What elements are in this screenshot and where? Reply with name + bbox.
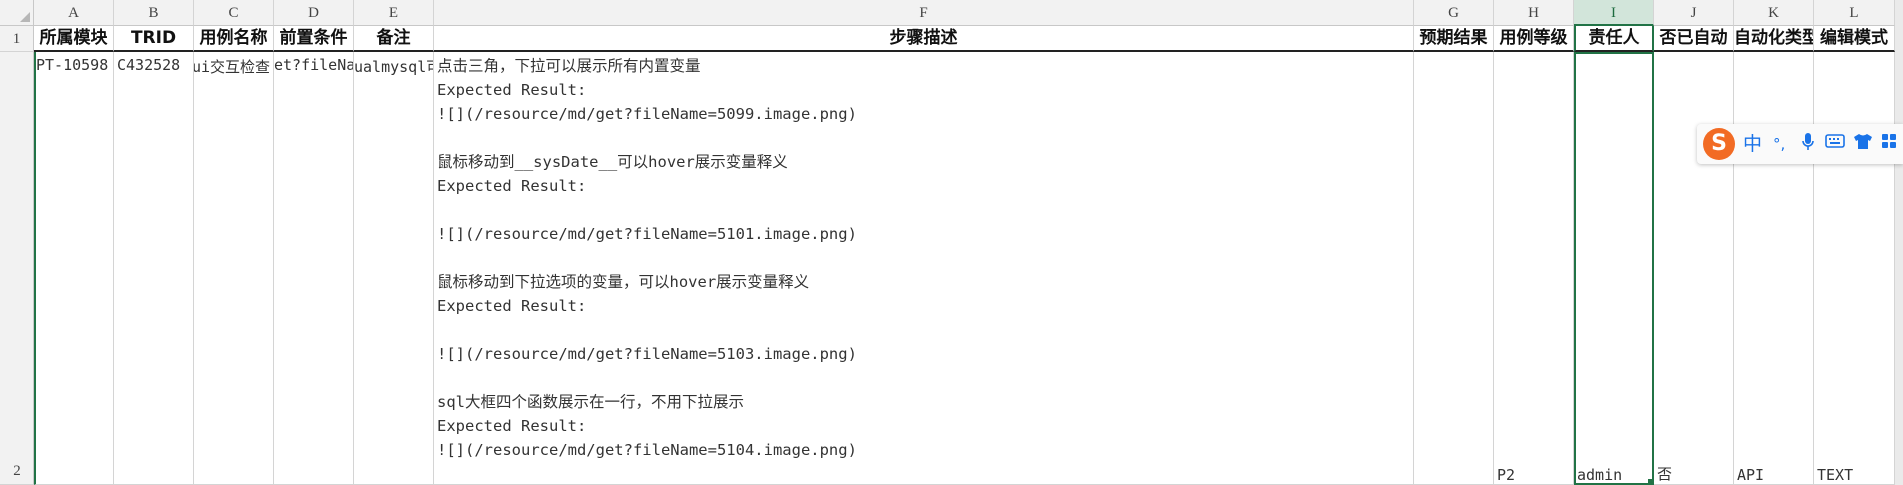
step-line: Expected Result: [437,297,587,315]
row-header-2[interactable]: 2 [0,52,34,485]
cell-g2[interactable] [1414,52,1494,485]
cell-a1[interactable]: 所属模块 [34,26,114,52]
cell-c2-text: ui交互检查 [194,58,271,76]
step-line: Expected Result: [437,177,587,195]
skin-icon[interactable] [1853,132,1873,156]
column-header-c[interactable]: C [194,0,274,26]
cell-h2[interactable]: P2 [1494,52,1574,485]
mic-icon[interactable] [1801,132,1815,158]
cell-l2[interactable]: TEXT [1814,52,1895,485]
cell-d2[interactable]: et?fileNa [274,52,354,485]
step-line: ![](/resource/md/get?fileName=5103.image… [437,345,857,363]
keyboard-icon[interactable] [1825,132,1845,156]
step-line: ![](/resource/md/get?fileName=5101.image… [437,225,857,243]
cell-l2-text: TEXT [1817,466,1854,484]
select-all-corner[interactable] [0,0,34,26]
cell-h1[interactable]: 用例等级 [1494,26,1574,52]
step-description-lines: 点击三角，下拉可以展示所有内置变量 Expected Result: ![](/re… [434,52,1413,462]
step-line: ![](/resource/md/get?fileName=5104.image… [437,441,857,459]
column-header-b[interactable]: B [114,0,194,26]
cell-j2[interactable]: 否 [1654,52,1734,485]
cell-l1[interactable]: 编辑模式 [1814,26,1895,52]
step-line [437,246,1413,270]
cell-f1[interactable]: 步骤描述 [434,26,1414,52]
step-line: Expected Result: [437,417,587,435]
step-line: 鼠标移动到__sysDate__可以hover展示变量释义 [437,153,788,171]
step-line: Expected Result: [437,81,587,99]
cell-c1[interactable]: 用例名称 [194,26,274,52]
cell-e2[interactable]: ualmysql可 [354,52,434,485]
step-line: sql大框四个函数展示在一行，不用下拉展示 [437,393,744,411]
cell-b2[interactable]: C432528 [114,52,194,485]
column-header-l[interactable]: L [1814,0,1895,26]
cell-i2-text: admin [1577,466,1623,484]
column-header-h[interactable]: H [1494,0,1574,26]
column-header-i[interactable]: I [1574,0,1654,26]
column-header-d[interactable]: D [274,0,354,26]
ime-toolbar[interactable]: S 中 °, [1697,124,1903,164]
grid-icon[interactable] [1881,132,1897,156]
cell-a2-text: PT-10598 [36,56,109,74]
step-line [437,366,1413,390]
cell-i1[interactable]: 责任人 [1574,26,1654,52]
cell-c2[interactable]: ui交互检查 [194,52,274,485]
step-line [437,126,1413,150]
row-header-1[interactable]: 1 [0,26,34,52]
step-line: 点击三角，下拉可以展示所有内置变量 [437,57,701,75]
cell-g1[interactable]: 预期结果 [1414,26,1494,52]
cell-h2-text: P2 [1497,466,1516,484]
cell-k2[interactable]: API [1734,52,1814,485]
step-line [437,318,1413,342]
ime-punctuation-toggle[interactable]: °, [1773,132,1785,156]
column-header-g[interactable]: G [1414,0,1494,26]
cell-j1[interactable]: 否已自动 [1654,26,1734,52]
step-line: 鼠标移动到下拉选项的变量，可以hover展示变量释义 [437,273,810,291]
cell-e1[interactable]: 备注 [354,26,434,52]
column-header-f[interactable]: F [434,0,1414,26]
cell-b1[interactable]: TRID [114,26,194,52]
cell-i2-selected[interactable]: admin [1574,52,1654,485]
scrollbar-edge[interactable] [1895,0,1903,485]
spreadsheet-grid: A B C D E F G H I J K L 1 2 所属模块 TRID 用例… [0,0,1903,485]
column-header-k[interactable]: K [1734,0,1814,26]
cell-a2[interactable]: PT-10598 [34,52,114,485]
cell-k1[interactable]: 自动化类型 [1734,26,1814,52]
column-header-j[interactable]: J [1654,0,1734,26]
cell-f2-step-description[interactable]: 点击三角，下拉可以展示所有内置变量 Expected Result: ![](/re… [434,52,1414,485]
step-line [437,198,1413,222]
ime-mode-toggle[interactable]: 中 [1743,132,1762,156]
cell-e2-text: ualmysql可 [354,58,434,76]
column-header-e[interactable]: E [354,0,434,26]
sogou-logo-icon[interactable]: S [1703,128,1735,160]
row-header-2-label: 2 [13,463,21,479]
cell-k2-text: API [1737,466,1765,484]
cell-d1[interactable]: 前置条件 [274,26,354,52]
cell-b2-text: C432528 [117,56,181,74]
column-header-a[interactable]: A [34,0,114,26]
cell-d2-text: et?fileNa [274,56,354,74]
cell-j2-text: 否 [1657,465,1673,483]
step-line: ![](/resource/md/get?fileName=5099.image… [437,105,857,123]
